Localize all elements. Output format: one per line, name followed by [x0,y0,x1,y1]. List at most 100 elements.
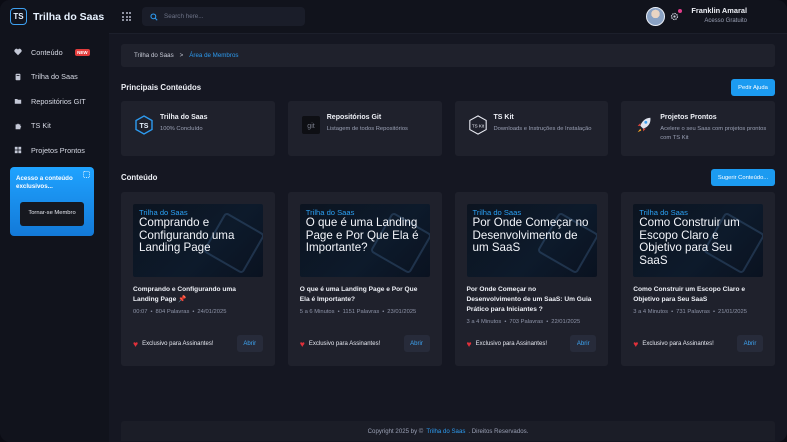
sidebar-item-label: Trilha do Saas [31,72,78,82]
principais-cards: TS Trilha do Saas 100% Concluído git Rep… [121,101,775,156]
become-member-button[interactable]: Tornar-se Membro [20,202,84,226]
principal-card-desc: Downloads e Instruções de Instalação [493,126,592,132]
book-icon [14,73,22,81]
content-date: 22/01/2025 [551,319,581,325]
search-box[interactable] [142,7,305,26]
puzzle-icon [14,122,22,130]
breadcrumb-root[interactable]: Trilha do Saas [134,52,174,59]
topbar: Franklin Amaral Acesso Gratuito [109,0,787,34]
content-card[interactable]: Trilha do Saas O que é uma Landing Page … [287,192,442,366]
content-thumbnail[interactable]: Trilha do Saas Comprando e Configurando … [133,204,263,277]
content-footer: ♥ Exclusivo para Assinantes! Abrir [133,335,263,352]
sidebar-item-label: Projetos Prontos [31,145,85,155]
sidebar-item-repositorios[interactable]: Repositórios GIT [0,89,109,114]
content-words: 703 Palavras [509,319,544,325]
gear-icon [670,12,679,23]
sidebar: TS Trilha do Saas Conteúdo NEW Trilha do… [0,0,109,442]
breadcrumb: Trilha do Saas > Área de Membros [121,44,775,67]
sidebar-item-label: TS Kit [31,121,51,131]
breadcrumb-chevron-icon: > [179,52,184,59]
content-words: 804 Palavras [155,309,190,315]
content-thumbnail[interactable]: Trilha do Saas O que é uma Landing Page … [299,204,430,277]
exclusive-label: Exclusivo para Assinantes! [308,340,381,347]
heart-icon: ♥ [133,338,139,349]
content-meta: 00:07 • 804 Palavras • 24/01/2025 [133,309,227,315]
heart-icon: ♥ [466,338,472,349]
app-logo[interactable]: TS Trilha do Saas [10,8,104,25]
content-date: 23/01/2025 [387,309,417,315]
content-footer: ♥ Exclusivo para Assinantes! Abrir [300,335,430,352]
open-button[interactable]: Abrir [570,335,597,352]
promo-text: Acesso a conteúdo exclusivos... [16,175,73,190]
open-button[interactable]: Abrir [236,335,263,352]
svg-text:TS: TS [140,123,149,130]
content-duration: 5 a 6 Minutos [299,309,335,315]
content-card[interactable]: Trilha do Saas Como Construir um Escopo … [621,192,775,366]
open-button[interactable]: Abrir [737,335,763,352]
content-duration: 00:07 [133,309,148,315]
sidebar-item-ts-kit[interactable]: TS Kit [0,114,109,139]
avatar[interactable] [646,7,665,26]
breadcrumb-current: Área de Membros [189,52,239,59]
content-date: 21/01/2025 [717,309,747,315]
content-date: 24/01/2025 [197,309,227,315]
content-title[interactable]: Como Construir um Escopo Claro e Objetiv… [633,285,759,305]
principal-card-title: Trilha do Saas [160,114,208,121]
sidebar-item-conteudo[interactable]: Conteúdo NEW [0,40,109,65]
content-meta: 5 a 6 Minutos • 1151 Palavras • 23/01/2025 [299,309,417,315]
exclusive-label: Exclusivo para Assinantes! [475,340,547,347]
content-title[interactable]: O que é uma Landing Page e Por Que Ela é… [300,285,426,305]
heart-icon: ♥ [633,338,639,349]
sidebar-item-projetos[interactable]: Projetos Prontos [0,138,109,163]
sidebar-item-label: Conteúdo [31,47,63,57]
principal-card[interactable]: git Repositórios Git Listagem de todos R… [287,101,442,156]
thumbnail-title: Por Onde Começar no Desenvolvimento de u… [472,216,589,255]
sidebar-nav: Conteúdo NEW Trilha do Saas Repositórios… [0,40,109,163]
principal-card-title: TS Kit [493,114,514,121]
apps-grid-icon[interactable] [122,12,131,21]
content-cards: Trilha do Saas Comprando e Configurando … [121,192,775,366]
principal-card-title: Repositórios Git [326,114,382,121]
dotted-square-icon [83,171,90,178]
exclusive-label: Exclusivo para Assinantes! [142,340,214,347]
sidebar-item-trilha[interactable]: Trilha do Saas [0,65,109,90]
thumbnail-title: Comprando e Configurando uma Landing Pag… [139,216,235,255]
content-thumbnail[interactable]: Trilha do Saas Como Construir um Escopo … [633,204,764,277]
grid-icon [14,146,22,154]
principal-card[interactable]: TS Kit TS Kit Downloads e Instruções de … [454,101,609,156]
rocket-icon [634,115,654,135]
content-meta: 3 a 4 Minutos • 703 Palavras • 22/01/2025 [466,319,581,325]
search-input[interactable] [164,13,294,20]
footer-prefix: Copyright 2025 by © [367,427,424,435]
logo-badge: TS [10,8,27,25]
principais-title: Principais Conteúdos [121,83,202,92]
principal-card-desc: Listagem de todos Repositórios [326,126,408,132]
principal-card[interactable]: TS Trilha do Saas 100% Concluído [121,101,275,156]
ts-badge-icon: TS [134,115,154,135]
content-title[interactable]: Por Onde Começar no Desenvolvimento de u… [467,285,593,314]
principal-card-title: Projetos Prontos [660,114,717,121]
thumbnail-title: O que é uma Landing Page e Por Que Ela é… [305,216,419,255]
open-button[interactable]: Abrir [403,335,430,352]
content-card[interactable]: Trilha do Saas Comprando e Configurando … [121,192,275,366]
thumbnail-title: Como Construir um Escopo Claro e Objetiv… [639,216,740,267]
content-meta: 3 a 4 Minutos • 731 Palavras • 21/01/2025 [633,309,747,315]
content-duration: 3 a 4 Minutos [633,309,669,315]
help-button[interactable]: Pedir Ajuda [731,79,775,96]
new-badge: NEW [74,48,91,56]
folder-icon [14,97,22,105]
content-card[interactable]: Trilha do Saas Por Onde Começar no Desen… [454,192,609,366]
content-footer: ♥ Exclusivo para Assinantes! Abrir [633,335,763,352]
user-name: Franklin Amaral [691,6,747,15]
user-info[interactable]: Franklin Amaral Acesso Gratuito [691,6,747,24]
content-duration: 3 a 4 Minutos [466,319,502,325]
settings-button[interactable] [666,9,683,26]
content-title[interactable]: Comprando e Configurando uma Landing Pag… [133,285,259,305]
search-icon [150,8,158,26]
content-words: 731 Palavras [676,309,710,315]
svg-text:git: git [307,123,314,130]
content-thumbnail[interactable]: Trilha do Saas Por Onde Começar no Desen… [466,204,597,277]
principal-card[interactable]: Projetos Prontos Acelere o seu Saas com … [621,101,775,156]
footer-brand-link[interactable]: Trilha do Saas [426,428,465,435]
suggest-content-button[interactable]: Sugerir Conteúdo... [711,169,775,186]
